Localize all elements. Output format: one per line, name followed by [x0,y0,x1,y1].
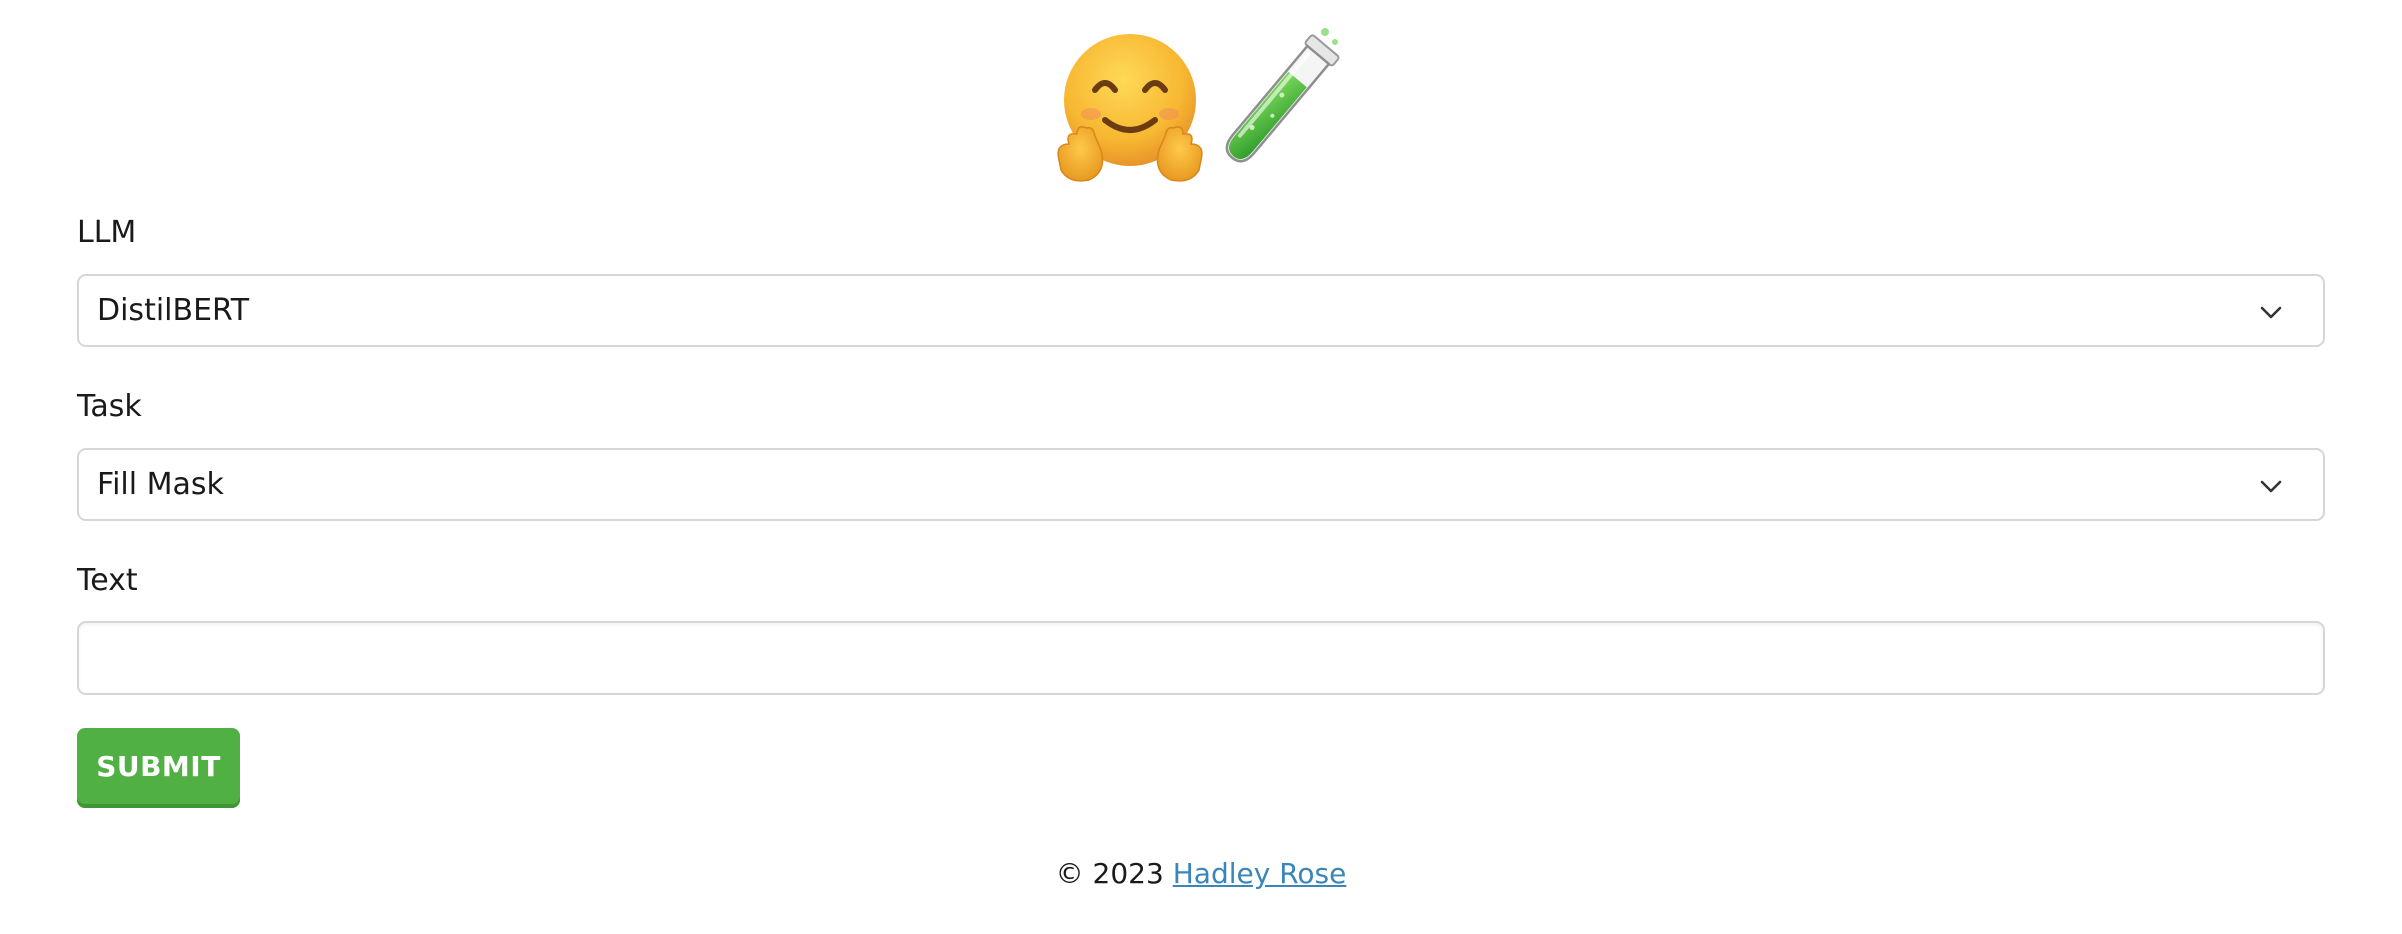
task-select[interactable]: Fill Mask [77,448,2325,521]
hugging-face-icon [1057,34,1203,182]
page: LLM DistilBERT Task Fill Mask Text SUBMI… [0,0,2402,934]
task-label: Task [77,389,142,424]
llm-select[interactable]: DistilBERT [77,274,2325,347]
logo [1055,24,1355,184]
test-tube-icon [1225,28,1340,163]
text-input[interactable] [77,621,2325,695]
chevron-down-icon [2260,306,2282,319]
task-selected-value: Fill Mask [97,467,224,502]
chevron-down-icon [2260,480,2282,493]
submit-button[interactable]: SUBMIT [77,728,240,808]
llm-selected-value: DistilBERT [97,293,250,328]
author-link[interactable]: Hadley Rose [1173,857,1347,890]
footer: © 2023 Hadley Rose [0,856,2402,892]
copyright-text: © 2023 [1055,857,1164,890]
text-label: Text [77,563,138,598]
llm-label: LLM [77,215,137,250]
